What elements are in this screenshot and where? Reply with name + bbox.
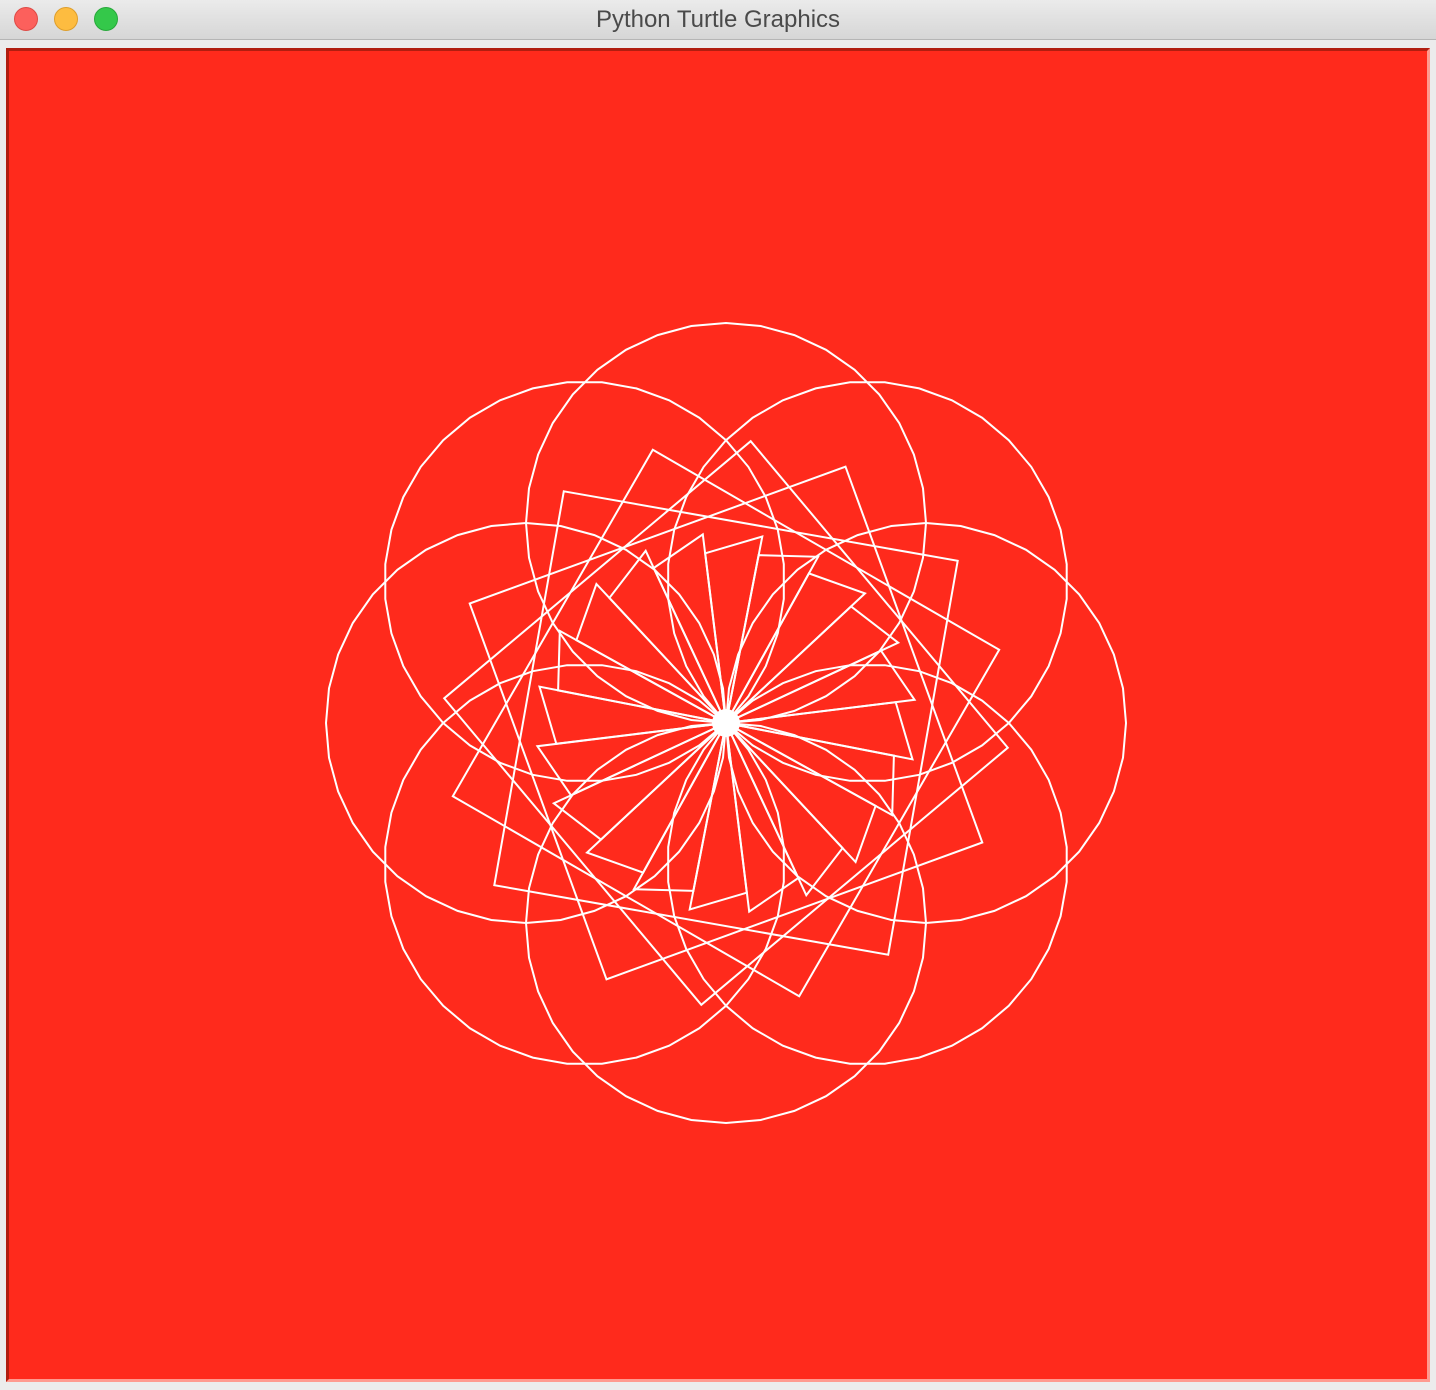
turtle-cursor xyxy=(712,709,740,737)
window-title: Python Turtle Graphics xyxy=(595,6,841,33)
title-bar[interactable]: Python Turtle Graphics xyxy=(0,0,1436,40)
turtle-drawing xyxy=(9,51,1427,1379)
turtle-window: Python Turtle Graphics xyxy=(0,0,1436,1390)
turtle-canvas[interactable] xyxy=(6,48,1430,1382)
